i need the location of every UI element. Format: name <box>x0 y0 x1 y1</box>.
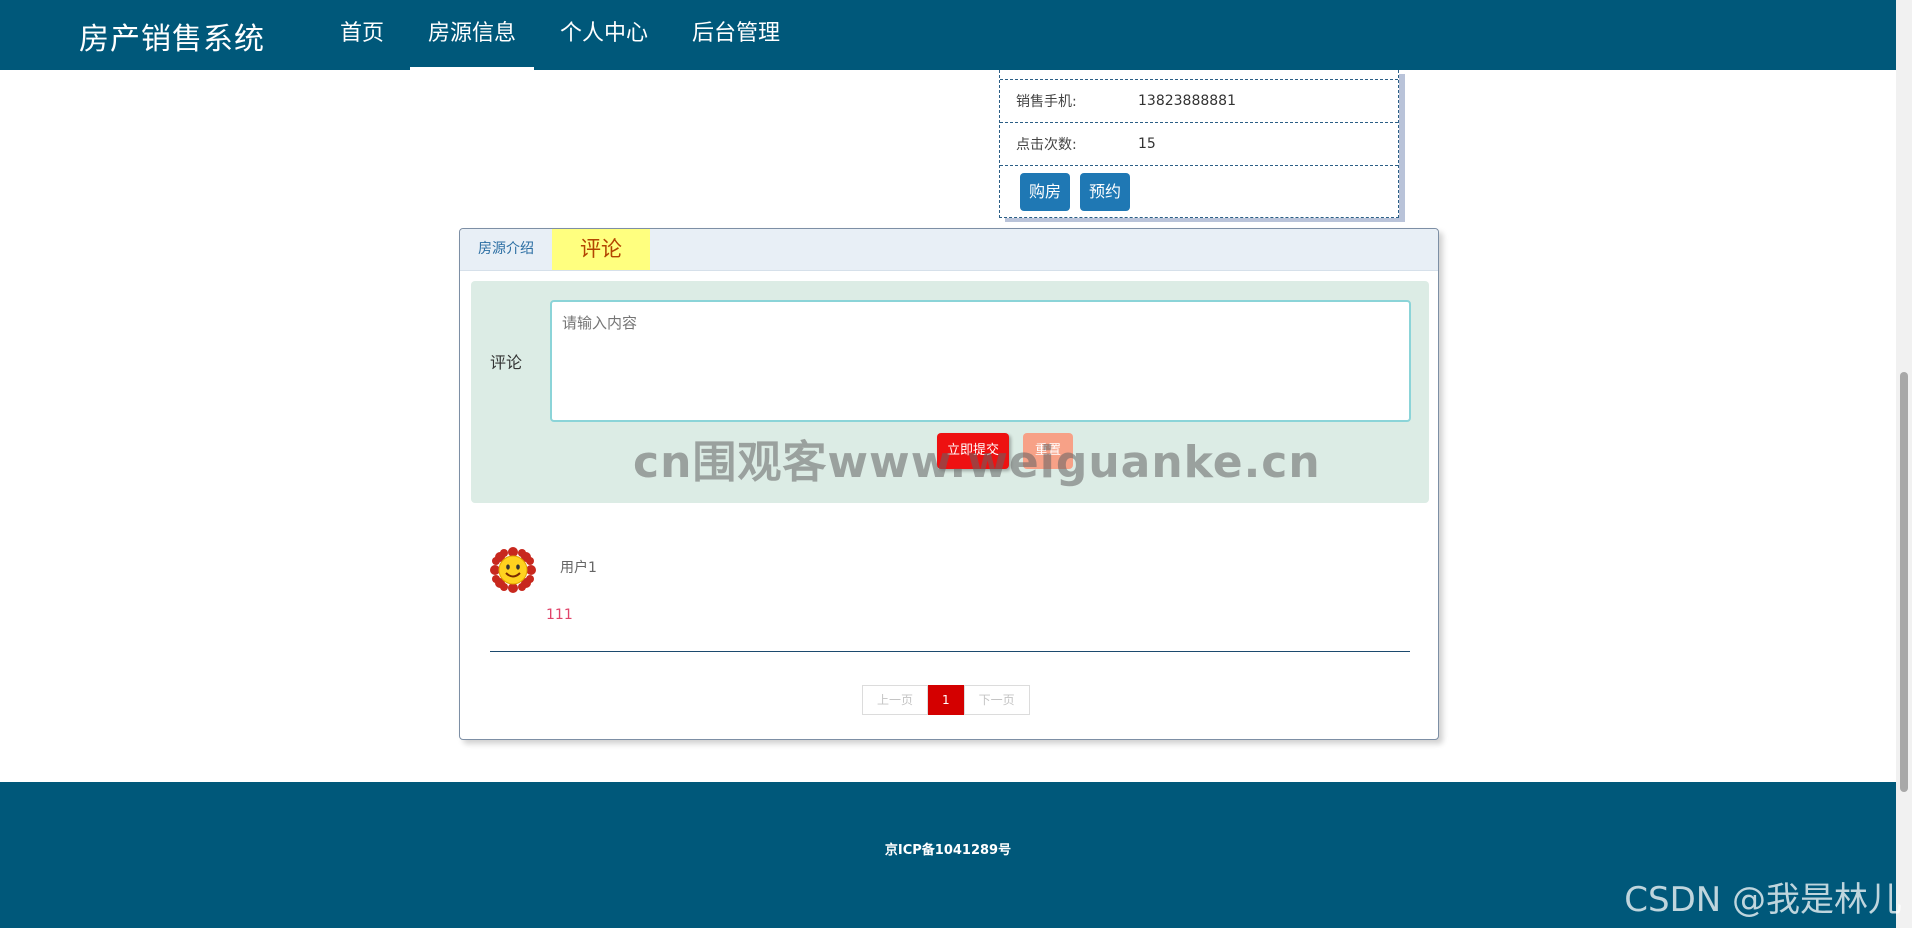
site-brand[interactable]: 房产销售系统 <box>79 14 265 58</box>
action-buttons: 购房 预约 <box>1000 166 1398 217</box>
nav-item-home[interactable]: 首页 <box>322 0 402 70</box>
page-number-current[interactable]: 1 <box>928 685 964 715</box>
info-value: 13823888881 <box>1138 93 1236 109</box>
top-navbar: 房产销售系统 首页 房源信息 个人中心 后台管理 <box>0 0 1896 70</box>
prev-page-button[interactable]: 上一页 <box>862 685 929 715</box>
info-row-partial <box>1000 70 1398 80</box>
tab-property-intro[interactable]: 房源介绍 <box>460 229 552 270</box>
nav-item-admin[interactable]: 后台管理 <box>674 0 798 70</box>
tab-comments[interactable]: 评论 <box>552 229 650 270</box>
reserve-button[interactable]: 预约 <box>1080 172 1131 211</box>
icp-record: 京ICP备1041289号 <box>884 843 1012 858</box>
site-watermark: cn围观客www.weiguanke.cn <box>633 437 1321 488</box>
info-label: 销售手机: <box>1016 94 1077 110</box>
scrollbar-thumb[interactable] <box>1900 372 1908 792</box>
main-nav: 首页 房源信息 个人中心 后台管理 <box>322 0 806 70</box>
comment-label: 评论 <box>490 353 523 372</box>
property-info-card: 销售手机: 13823888881 点击次数: 15 购房 预约 <box>999 70 1399 218</box>
info-row-sales-phone: 销售手机: 13823888881 <box>1000 80 1398 123</box>
tab-bar: 房源介绍 评论 <box>460 229 1438 271</box>
sunflower-smiley-icon <box>490 547 536 593</box>
comment-text: 111 <box>546 607 573 623</box>
nav-item-listings[interactable]: 房源信息 <box>410 0 535 70</box>
nav-item-profile[interactable]: 个人中心 <box>542 0 666 70</box>
page-footer: 京ICP备1041289号 <box>0 782 1896 928</box>
info-value: 15 <box>1138 136 1156 152</box>
comment-divider <box>490 651 1410 652</box>
info-row-click-count: 点击次数: 15 <box>1000 123 1398 166</box>
csdn-watermark: CSDN @我是林儿 <box>1624 880 1902 920</box>
next-page-button[interactable]: 下一页 <box>963 685 1030 715</box>
pagination: 上一页 1 下一页 <box>862 685 1030 715</box>
comment-username[interactable]: 用户1 <box>560 557 597 577</box>
info-label: 点击次数: <box>1016 137 1077 153</box>
comment-textarea[interactable] <box>550 300 1411 422</box>
buy-button[interactable]: 购房 <box>1020 172 1071 211</box>
